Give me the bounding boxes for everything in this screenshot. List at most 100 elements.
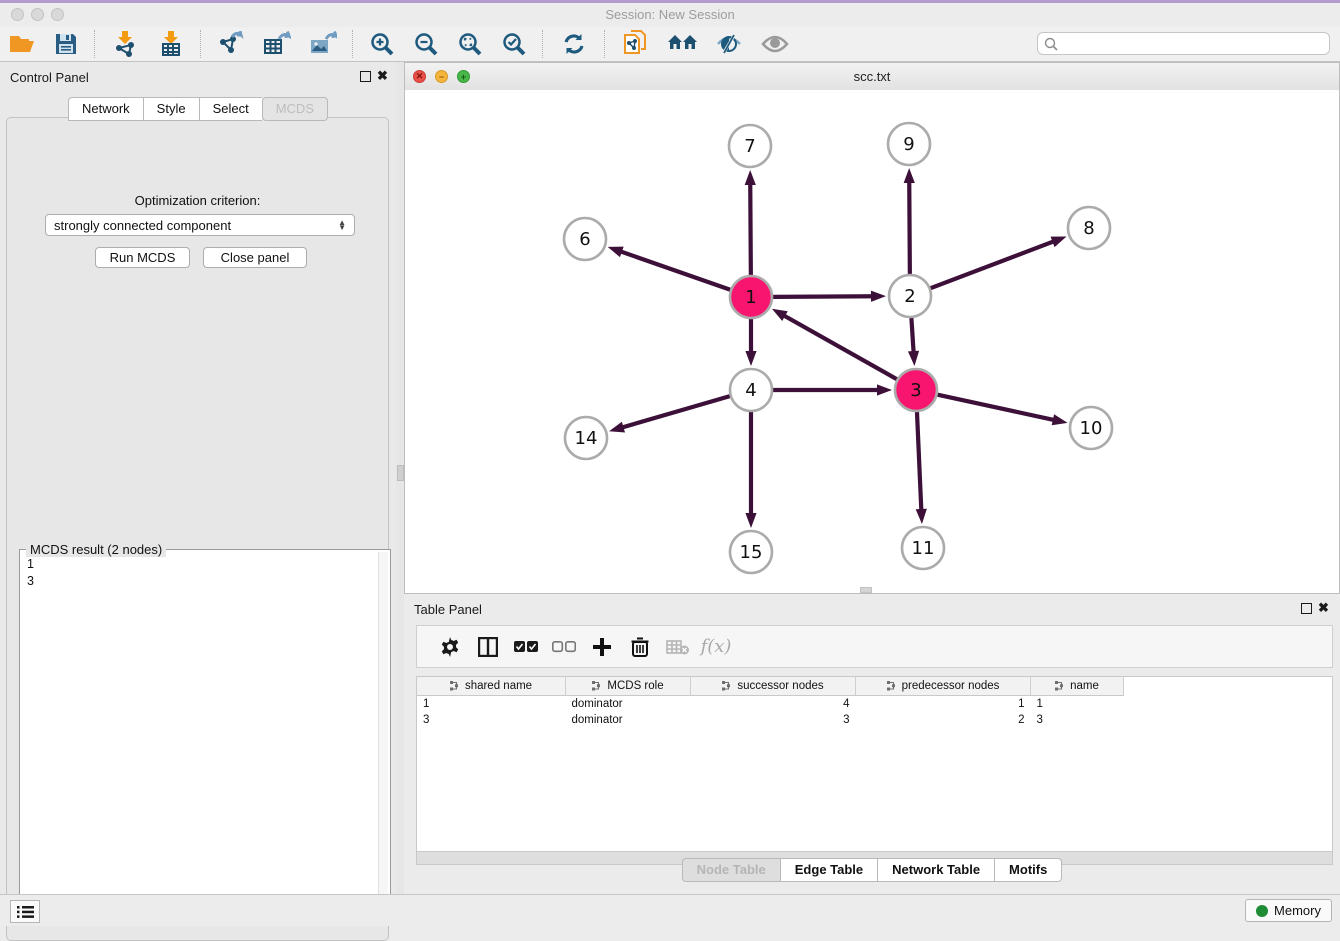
graph-node-11[interactable]: 11	[902, 527, 944, 569]
network-window-titlebar[interactable]: ✕ − + scc.txt	[405, 63, 1339, 91]
mcds-result-text[interactable]: 1 3	[27, 556, 34, 590]
tab-network[interactable]: Network	[68, 97, 143, 121]
edge-4-3[interactable]	[773, 384, 892, 395]
toggle-panes-button[interactable]	[469, 632, 507, 662]
tab-mcds[interactable]: MCDS	[262, 97, 328, 121]
edge-3-1[interactable]	[772, 309, 897, 379]
graph-node-1[interactable]: 1	[730, 276, 772, 318]
close-panel-button[interactable]: Close panel	[203, 247, 307, 268]
graph-node-15[interactable]: 15	[730, 531, 772, 573]
table-panel-close-button[interactable]: ✖	[1318, 600, 1329, 615]
tab-edge-table[interactable]: Edge Table	[780, 858, 877, 882]
table-cell[interactable]: dominator	[566, 696, 691, 713]
eye-slash-icon	[716, 33, 742, 55]
edge-1-6[interactable]	[608, 247, 731, 290]
function-builder-button[interactable]: f(x)	[697, 632, 735, 662]
task-history-button[interactable]	[10, 900, 40, 923]
tab-node-table[interactable]: Node Table	[682, 858, 780, 882]
home-layout-button[interactable]	[660, 28, 706, 60]
column-header-predecessor-nodes[interactable]: predecessor nodes	[856, 677, 1031, 696]
graph-node-2[interactable]: 2	[889, 275, 931, 317]
edge-1-2[interactable]	[773, 291, 886, 302]
delete-column-button[interactable]	[621, 632, 659, 662]
graph-node-4[interactable]: 4	[730, 369, 772, 411]
network-graph[interactable]: 7 9 6 8 1 2 4 3 14 10 15 11	[405, 90, 1339, 593]
graph-node-7[interactable]: 7	[729, 125, 771, 167]
zoom-out-button[interactable]	[404, 28, 448, 60]
delete-table-button[interactable]	[659, 632, 697, 662]
graph-node-14[interactable]: 14	[565, 417, 607, 459]
table-cell[interactable]: 2	[856, 712, 1031, 728]
zoom-selected-icon	[502, 32, 526, 56]
show-graphics-button[interactable]	[752, 28, 798, 60]
refresh-button[interactable]	[550, 28, 598, 60]
tab-motifs[interactable]: Motifs	[994, 858, 1062, 882]
import-network-icon	[113, 31, 137, 57]
copy-network-button[interactable]	[612, 28, 660, 60]
tab-style[interactable]: Style	[143, 97, 199, 121]
table-settings-button[interactable]	[431, 632, 469, 662]
table-cell[interactable]: 1	[856, 696, 1031, 713]
edge-1-4[interactable]	[745, 319, 756, 366]
graph-node-6[interactable]: 6	[564, 218, 606, 260]
table-cell[interactable]: 3	[691, 712, 856, 728]
control-panel-close-button[interactable]: ✖	[377, 68, 388, 83]
edge-2-8[interactable]	[931, 237, 1067, 289]
open-file-button[interactable]	[0, 28, 44, 60]
deselect-all-button[interactable]	[545, 632, 583, 662]
table-row[interactable]: 3dominator323	[417, 712, 1124, 728]
column-header-shared-name[interactable]: shared name	[417, 677, 566, 696]
column-header-name[interactable]: name	[1031, 677, 1124, 696]
graph-node-3[interactable]: 3	[895, 369, 937, 411]
tab-network-table[interactable]: Network Table	[877, 858, 994, 882]
criterion-dropdown-value: strongly connected component	[54, 218, 338, 233]
table-cell[interactable]: dominator	[566, 712, 691, 728]
hide-graphics-button[interactable]	[706, 28, 752, 60]
export-table-icon	[263, 31, 291, 57]
column-header-MCDS-role[interactable]: MCDS role	[566, 677, 691, 696]
criterion-dropdown[interactable]: strongly connected component ▲▼	[45, 214, 355, 236]
save-session-button[interactable]	[44, 28, 88, 60]
network-canvas[interactable]: 7 9 6 8 1 2 4 3 14 10 15 11	[405, 90, 1339, 593]
network-bottom-grip[interactable]	[860, 587, 872, 593]
column-header-successor-nodes[interactable]: successor nodes	[691, 677, 856, 696]
search-input[interactable]	[1058, 36, 1323, 52]
global-search[interactable]	[1037, 32, 1330, 55]
zoom-fit-button[interactable]	[448, 28, 492, 60]
edge-3-11[interactable]	[916, 412, 927, 524]
zoom-in-button[interactable]	[360, 28, 404, 60]
table-cell[interactable]: 1	[1031, 696, 1124, 713]
zoom-selected-button[interactable]	[492, 28, 536, 60]
table-cell[interactable]: 1	[417, 696, 566, 713]
export-table-button[interactable]	[254, 28, 300, 60]
edge-3-10[interactable]	[937, 395, 1067, 426]
graph-node-9[interactable]: 9	[888, 123, 930, 165]
edge-2-3[interactable]	[908, 318, 919, 366]
select-all-button[interactable]	[507, 632, 545, 662]
panel-splitter[interactable]	[396, 62, 404, 894]
export-image-button[interactable]	[300, 28, 346, 60]
edge-4-14[interactable]	[609, 396, 730, 432]
table-row[interactable]: 1dominator411	[417, 696, 1124, 713]
graph-node-8[interactable]: 8	[1068, 207, 1110, 249]
node-table[interactable]: shared nameMCDS rolesuccessor nodesprede…	[416, 676, 1333, 852]
edge-4-15[interactable]	[745, 412, 756, 528]
export-network-button[interactable]	[208, 28, 254, 60]
import-table-button[interactable]	[148, 28, 194, 60]
splitter-grip[interactable]	[397, 465, 404, 481]
fx-icon: f(x)	[701, 636, 732, 657]
tab-select[interactable]: Select	[199, 97, 262, 121]
table-cell[interactable]: 3	[1031, 712, 1124, 728]
graph-node-10[interactable]: 10	[1070, 407, 1112, 449]
memory-button[interactable]: Memory	[1245, 899, 1332, 922]
table-cell[interactable]: 4	[691, 696, 856, 713]
edge-1-7[interactable]	[745, 170, 756, 275]
import-network-button[interactable]	[102, 28, 148, 60]
add-column-button[interactable]	[583, 632, 621, 662]
run-mcds-button[interactable]: Run MCDS	[95, 247, 190, 268]
table-panel-float-button[interactable]	[1301, 603, 1312, 614]
edge-2-9[interactable]	[904, 168, 915, 274]
mcds-result-scrollbar[interactable]	[378, 552, 388, 921]
control-panel-float-button[interactable]	[360, 71, 371, 82]
table-cell[interactable]: 3	[417, 712, 566, 728]
